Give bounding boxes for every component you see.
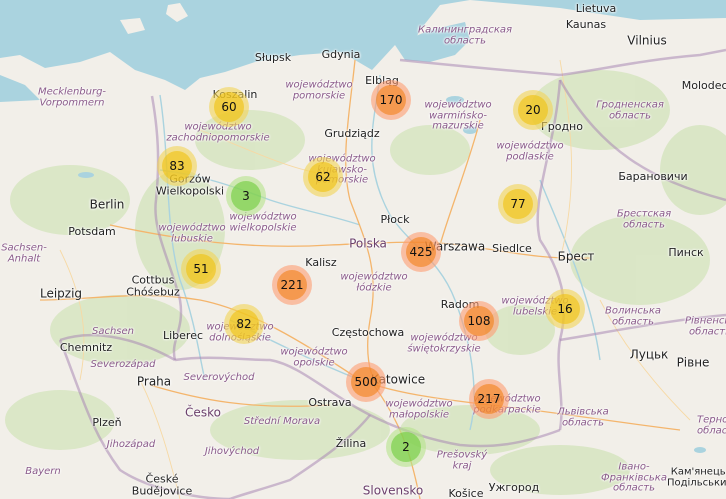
region-label: Severozápad: [90, 358, 156, 370]
country-label: Slovensko: [362, 483, 424, 498]
city-label: Częstochowa: [331, 326, 405, 340]
region-label: Гродненская область: [596, 99, 664, 121]
cluster-count: 3: [231, 181, 261, 211]
city-label: Siedlce: [492, 242, 532, 256]
city-label: Chemnitz: [59, 341, 113, 355]
region-label: województwo warmińsko-mazurskie: [424, 99, 492, 132]
marker-cluster[interactable]: 500: [346, 362, 386, 402]
marker-cluster[interactable]: 425: [401, 232, 441, 272]
region-label: Jihovýchod: [204, 445, 260, 457]
cluster-count: 82: [229, 309, 259, 339]
cluster-count: 221: [277, 270, 307, 300]
marker-cluster[interactable]: 217: [469, 379, 509, 419]
marker-cluster[interactable]: 3: [226, 176, 266, 216]
city-label: Kaunas: [565, 18, 607, 32]
region-label: Střední Morava: [243, 415, 321, 427]
marker-cluster[interactable]: 20: [513, 90, 553, 130]
city-label: Пинск: [668, 246, 704, 260]
city-label: České Budějovice: [131, 472, 193, 497]
cluster-count: 51: [186, 254, 216, 284]
city-label: Vilnius: [627, 33, 667, 48]
city-label: Барановичи: [618, 170, 688, 184]
region-label: województwo opolskie: [280, 346, 348, 368]
city-label: Słupsk: [254, 51, 292, 65]
city-label: Gdynia: [321, 48, 361, 62]
region-label: Брестская область: [616, 208, 672, 230]
marker-cluster[interactable]: 170: [371, 80, 411, 120]
region-label: województwo zachodniopomorskie: [166, 121, 270, 143]
cluster-count: 217: [474, 384, 504, 414]
city-label: Брест: [557, 249, 595, 264]
city-label: Košice: [448, 487, 484, 499]
cluster-count: 425: [406, 237, 436, 267]
marker-cluster[interactable]: 108: [459, 301, 499, 341]
region-label: Калининградская область: [417, 24, 513, 46]
region-label: Тернопільська область: [697, 414, 726, 436]
marker-cluster[interactable]: 221: [272, 265, 312, 305]
region-label: Sachsen-Anhalt: [1, 242, 47, 264]
city-label: Leipzig: [39, 286, 83, 301]
cluster-count: 60: [214, 92, 244, 122]
city-label: Cottbus Chóśebuz: [126, 273, 180, 298]
region-label: województwo wielkopolskie: [229, 211, 297, 233]
cluster-count: 500: [351, 367, 381, 397]
cluster-count: 62: [308, 162, 338, 192]
city-label: Potsdam: [68, 225, 116, 239]
cluster-count: 77: [503, 189, 533, 219]
marker-cluster[interactable]: 62: [303, 157, 343, 197]
marker-cluster[interactable]: 60: [209, 87, 249, 127]
city-label: Ужгород: [488, 481, 540, 495]
city-label: Рівне: [676, 355, 710, 370]
region-label: Mecklenburg-Vorpommern: [37, 86, 107, 108]
region-label: województwo łódzkie: [340, 271, 408, 293]
city-label: Grudziądz: [324, 127, 380, 141]
marker-cluster[interactable]: 16: [545, 289, 585, 329]
region-label: województwo podlaskie: [496, 140, 564, 162]
region-label: województwo lubuskie: [158, 222, 226, 244]
map[interactable]: Lietuva Kaunas Vilnius Molodechno Słupsk…: [0, 0, 726, 499]
cluster-count: 20: [518, 95, 548, 125]
city-label: Ostrava: [308, 396, 352, 410]
marker-cluster[interactable]: 51: [181, 249, 221, 289]
marker-cluster[interactable]: 77: [498, 184, 538, 224]
cluster-count: 83: [162, 151, 192, 181]
cluster-count: 108: [464, 306, 494, 336]
city-label: Луцьк: [629, 347, 669, 362]
country-label: Česko: [185, 405, 221, 420]
region-label: Prešovský kraj: [436, 449, 488, 471]
city-label: Liberec: [162, 329, 204, 343]
region-label: Severovýchod: [183, 371, 255, 383]
marker-cluster[interactable]: 2: [386, 427, 426, 467]
city-label: Berlin: [89, 197, 125, 212]
region-label: województwo pomorskie: [285, 79, 353, 101]
region-label: Jihozápad: [106, 438, 156, 450]
cluster-count: 16: [550, 294, 580, 324]
city-label: Płock: [380, 213, 410, 227]
region-label: Sachsen: [91, 325, 135, 337]
city-label: Lietuva: [575, 2, 617, 16]
cluster-count: 2: [391, 432, 421, 462]
marker-cluster[interactable]: 82: [224, 304, 264, 344]
region-label: Bayern: [25, 465, 61, 477]
region-label: Львівська область: [557, 406, 609, 428]
marker-cluster[interactable]: 83: [157, 146, 197, 186]
city-label: Kalisz: [305, 256, 337, 270]
region-label: Івано-Франківська область: [601, 461, 667, 494]
country-label: Polska: [349, 236, 387, 251]
city-label: Plzeň: [92, 416, 122, 430]
city-label: Žilina: [335, 437, 367, 451]
city-label: Molodechno: [681, 79, 726, 93]
region-label: Волинська область: [605, 305, 661, 327]
cluster-count: 170: [376, 85, 406, 115]
region-label: województwo małopolskie: [385, 398, 453, 420]
region-label: Рівненська область: [685, 315, 726, 337]
city-label: Praha: [136, 374, 172, 389]
